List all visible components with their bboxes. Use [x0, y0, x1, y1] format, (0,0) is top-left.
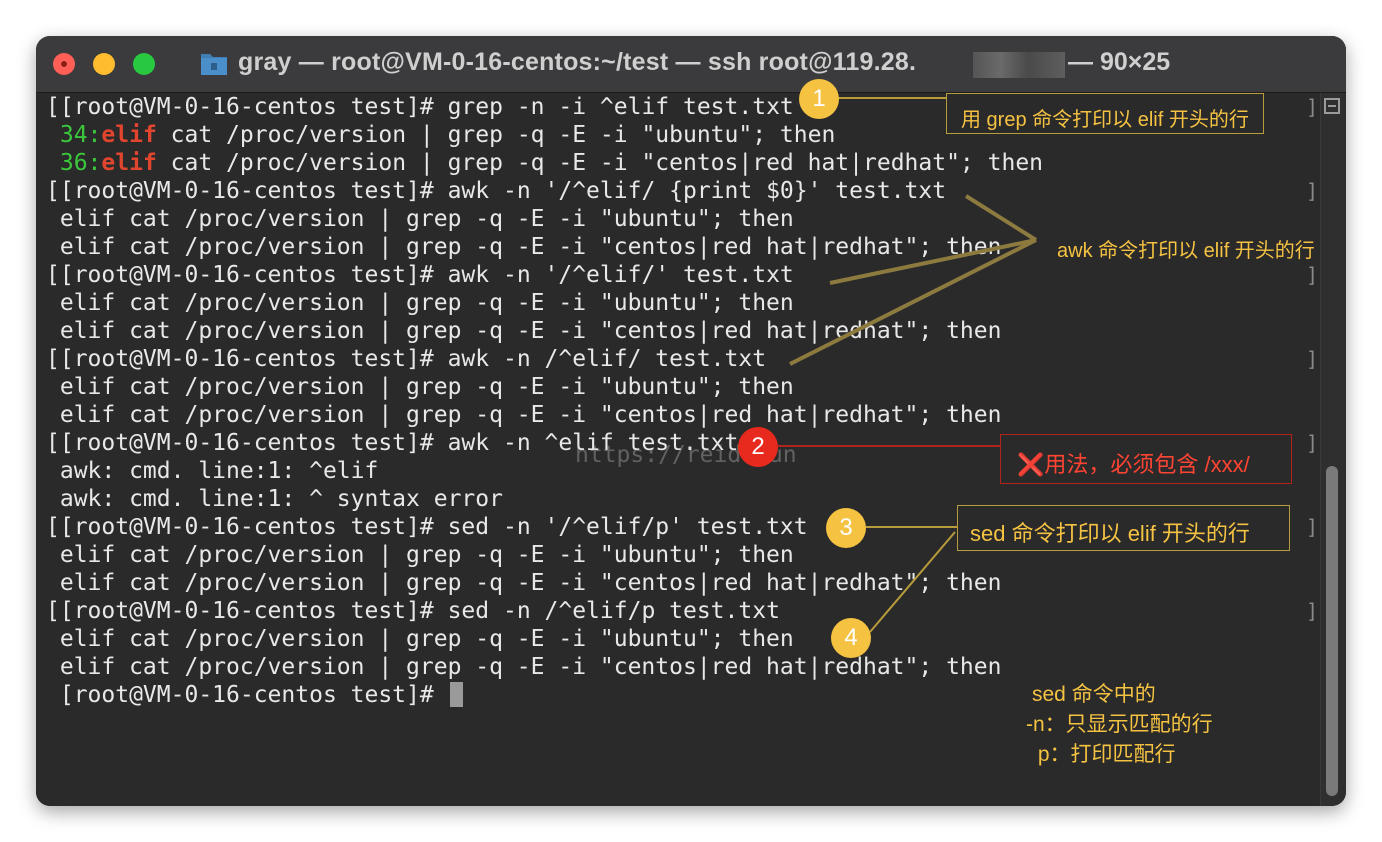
annotation-badge-1: 1 [799, 79, 839, 119]
line-wrap-marker: ] [1306, 515, 1319, 539]
annotation-error-text: ❌用法，必须包含 /xxx/ [1017, 452, 1250, 477]
line-wrap-marker: ] [1306, 179, 1319, 203]
window-size: — 90×25 [1068, 48, 1171, 76]
terminal-line: awk: cmd. line:1: ^elif [46, 458, 379, 484]
terminal-line: [[root@VM-0-16-centos test]# awk -n '/^e… [46, 178, 947, 204]
terminal-line: [[root@VM-0-16-centos test]# sed -n /^el… [46, 598, 780, 624]
annotation-sed-options-line2: -n：只显示匹配的行 [1026, 713, 1213, 736]
annotation-awk-text: awk 命令打印以 elif 开头的行 [1057, 240, 1315, 262]
terminal-line: elif cat /proc/version | grep -q -E -i "… [46, 290, 794, 316]
annotation-sed-options-box: sed 命令中的 -n：只显示匹配的行 p：打印匹配行 [1020, 666, 1264, 770]
close-button[interactable] [53, 53, 75, 75]
line-wrap-marker: ] [1306, 599, 1319, 623]
annotation-sed-options-line1: sed 命令中的 [1032, 683, 1156, 706]
terminal-line: elif cat /proc/version | grep -q -E -i "… [46, 654, 1002, 680]
annotation-sed-options-line3: p：打印匹配行 [1032, 743, 1176, 766]
annotation-badge-4: 4 [831, 618, 871, 658]
scrollbar-thumb[interactable] [1326, 466, 1338, 796]
terminal-line: [[root@VM-0-16-centos test]# awk -n /^el… [46, 346, 767, 372]
annotation-awk-box: awk 命令打印以 elif 开头的行 [1045, 226, 1315, 266]
text-cursor [449, 682, 463, 707]
window-title: gray — root@VM-0-16-centos:~/test — ssh … [238, 48, 917, 76]
annotation-error-box: ❌用法，必须包含 /xxx/ [1000, 434, 1292, 484]
terminal-line: elif cat /proc/version | grep -q -E -i "… [46, 234, 1002, 260]
terminal-line: elif cat /proc/version | grep -q -E -i "… [46, 318, 1002, 344]
terminal-prompt-line[interactable]: [root@VM-0-16-centos test]# [46, 681, 463, 709]
minimize-button[interactable] [93, 53, 115, 75]
terminal-line: elif cat /proc/version | grep -q -E -i "… [46, 626, 794, 652]
terminal-line: elif cat /proc/version | grep -q -E -i "… [46, 542, 794, 568]
terminal-line: elif cat /proc/version | grep -q -E -i "… [46, 570, 1002, 596]
annotation-grep-box: 用 grep 命令打印以 elif 开头的行 [946, 93, 1264, 134]
zoom-button[interactable] [133, 53, 155, 75]
terminal-line: elif cat /proc/version | grep -q -E -i "… [46, 206, 794, 232]
annotation-grep-text: 用 grep 命令打印以 elif 开头的行 [961, 109, 1249, 131]
line-wrap-marker: ] [1306, 95, 1319, 119]
folder-icon [201, 54, 227, 75]
terminal-line: [[root@VM-0-16-centos test]# awk -n '/^e… [46, 262, 794, 288]
annotation-badge-3: 3 [826, 508, 866, 548]
annotation-sed-box: sed 命令打印以 elif 开头的行 [957, 505, 1290, 551]
line-wrap-marker: ] [1306, 347, 1319, 371]
terminal-line: 34:elif cat /proc/version | grep -q -E -… [59, 122, 836, 148]
line-wrap-marker: ] [1306, 431, 1319, 455]
terminal-line: elif cat /proc/version | grep -q -E -i "… [46, 402, 1002, 428]
annotation-sed-text: sed 命令打印以 elif 开头的行 [970, 521, 1250, 546]
redacted-ip [973, 52, 1065, 78]
terminal-line: [[root@VM-0-16-centos test]# grep -n -i … [46, 94, 794, 120]
split-pane-icon[interactable] [1324, 98, 1340, 114]
terminal-line: 36:elif cat /proc/version | grep -q -E -… [59, 150, 1044, 176]
terminal-line: awk: cmd. line:1: ^ syntax error [46, 486, 503, 512]
terminal-line: [[root@VM-0-16-centos test]# sed -n '/^e… [46, 514, 808, 540]
terminal-line: elif cat /proc/version | grep -q -E -i "… [46, 374, 794, 400]
title-bar: gray — root@VM-0-16-centos:~/test — ssh … [36, 36, 1346, 93]
cross-icon: ❌ [1017, 452, 1045, 477]
annotation-badge-2: 2 [738, 427, 778, 467]
